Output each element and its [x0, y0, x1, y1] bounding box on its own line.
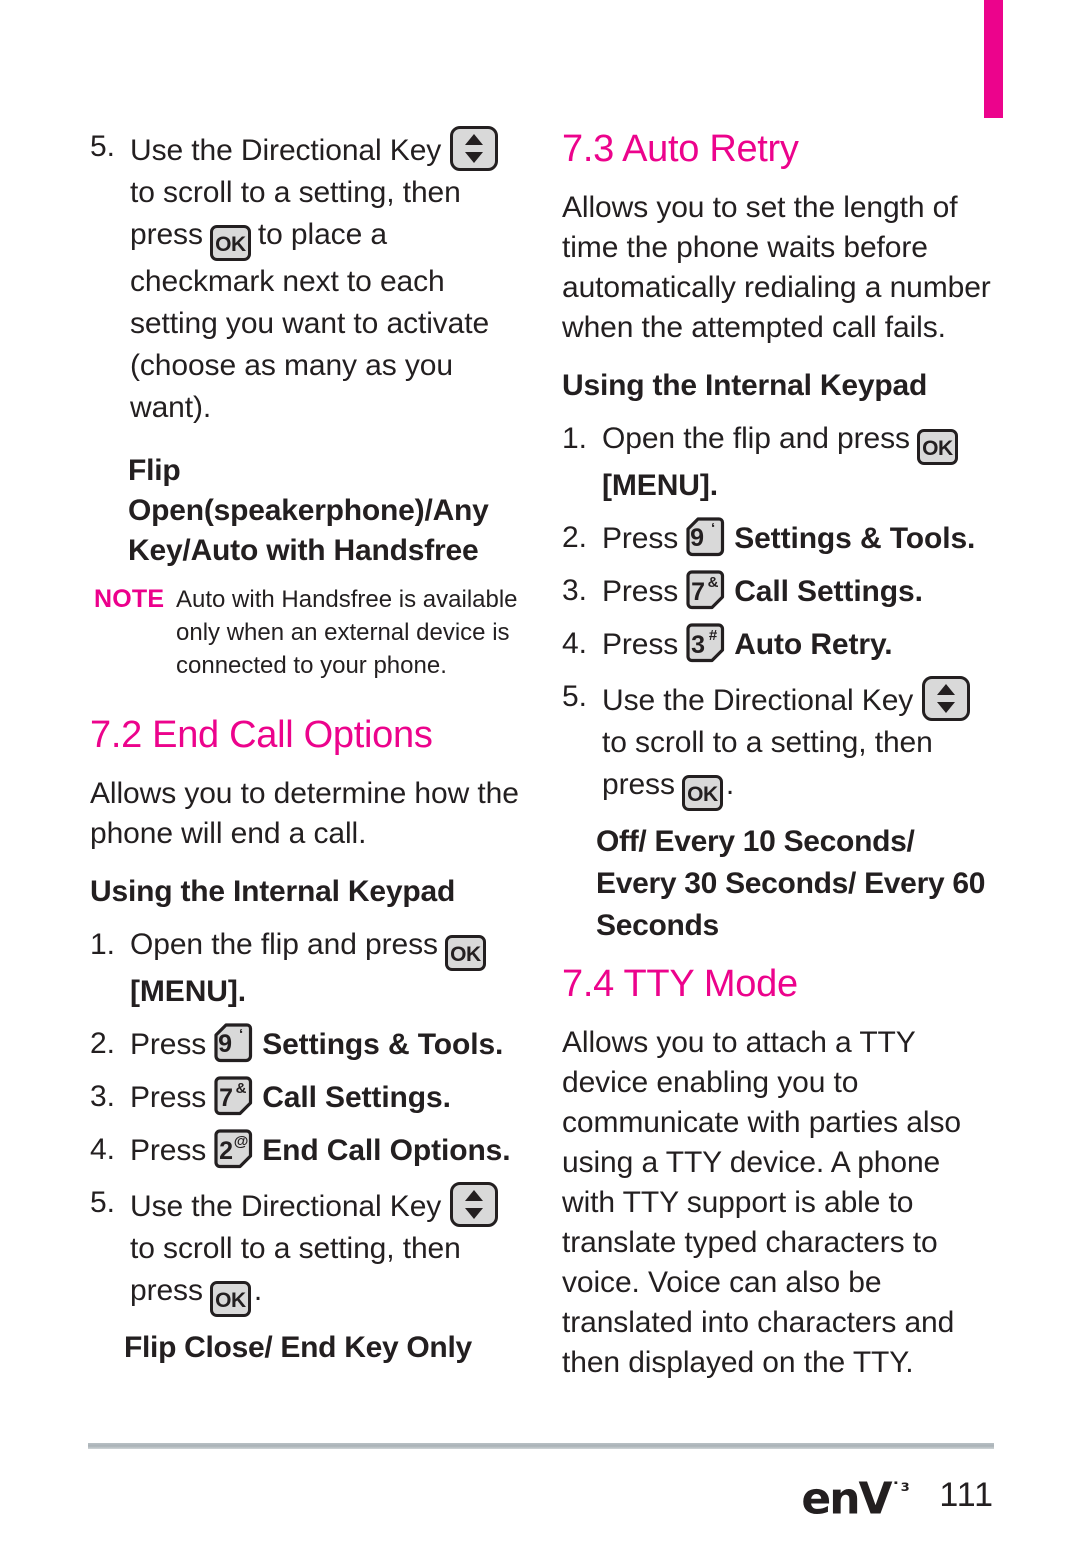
section-heading-7-4: 7.4 TTY Mode	[562, 963, 798, 1005]
list-item: 3. Press 7 & Call Settings.	[90, 1076, 528, 1119]
logo-superscript: ˙³	[890, 1478, 910, 1503]
left-column: 5. Use the Directional Key to scroll to a …	[90, 126, 528, 1383]
svg-text:7: 7	[691, 578, 705, 606]
step-number: 4.	[90, 1133, 115, 1166]
step-number: 2.	[562, 521, 587, 554]
svg-text:#: #	[709, 627, 718, 644]
note-block: NOTE Auto with Handsfree is available onl…	[90, 583, 528, 682]
options-list-7-3: Off/ Every 10 Seconds/ Every 30 Seconds/…	[596, 825, 986, 942]
svg-text:9: 9	[690, 524, 704, 552]
directional-key-icon	[450, 126, 499, 171]
note-text: Auto with Handsfree is available only wh…	[176, 586, 518, 679]
step-text-3: .	[253, 1274, 263, 1307]
keypad-key-3-icon: 3 #	[684, 623, 726, 663]
list-item: 5. Use the Directional Key to scroll to a …	[90, 126, 528, 429]
step-text-2: Auto Retry.	[734, 628, 893, 661]
step-text-2: Settings & Tools.	[734, 522, 976, 555]
step-number: 5.	[90, 1186, 115, 1219]
ok-key-icon: OK	[681, 775, 723, 811]
step-number: 2.	[90, 1027, 115, 1060]
step-number: 1.	[562, 422, 587, 455]
svg-text:3: 3	[691, 631, 705, 659]
list-item: 5. Use the Directional Key to scroll to a …	[562, 676, 1000, 811]
section-heading-7-2: 7.2 End Call Options	[90, 714, 433, 756]
footer-divider	[88, 1443, 994, 1449]
keypad-key-2-icon: 2 @	[212, 1129, 254, 1169]
options-list-7-2: Flip Close/ End Key Only	[124, 1331, 472, 1364]
step-number: 4.	[562, 627, 587, 660]
section-heading-7-3: 7.3 Auto Retry	[562, 128, 799, 170]
step-text: Use the Directional Key	[602, 684, 914, 717]
directional-key-icon	[922, 676, 971, 721]
section-intro-7-4: Allows you to attach a TTY device enabli…	[562, 1026, 961, 1379]
step-text-2: Call Settings.	[262, 1081, 451, 1114]
step-number: 5.	[562, 680, 587, 713]
env3-logo: enV˙³	[801, 1469, 909, 1522]
ok-key-icon: OK	[444, 935, 486, 971]
svg-text:9: 9	[218, 1030, 232, 1058]
section-intro-7-2: Allows you to determine how the phone wi…	[90, 777, 519, 850]
list-item: 4. Press 2 @ End Call Options.	[90, 1129, 528, 1172]
step-number: 1.	[90, 928, 115, 961]
step-text: Press	[130, 1134, 207, 1167]
step-text-3: .	[725, 768, 735, 801]
step-text-2: [MENU].	[602, 469, 718, 502]
svg-text:‘: ‘	[239, 1026, 243, 1043]
step-text: Press	[602, 522, 679, 555]
step-text: Press	[602, 575, 679, 608]
section-intro-7-3: Allows you to set the length of time the…	[562, 191, 991, 344]
step-text: Open the flip and press	[130, 928, 438, 961]
keypad-key-9-icon: 9 ‘	[684, 517, 726, 557]
svg-text:@: @	[234, 1133, 249, 1150]
page-footer: enV˙³ 111	[88, 1460, 994, 1530]
list-item: 2. Press 9 ‘Settings & Tools.	[562, 517, 1000, 560]
step-number: 3.	[90, 1080, 115, 1113]
svg-text:2: 2	[219, 1137, 233, 1165]
ok-key-icon: OK	[916, 429, 958, 465]
step-text: Use the Directional Key	[130, 134, 442, 167]
list-item: 4. Press 3 # Auto Retry.	[562, 623, 1000, 666]
list-item: 1. Open the flip and press OK [MENU].	[562, 418, 1000, 507]
step-text-2: [MENU].	[130, 975, 246, 1008]
svg-text:‘: ‘	[711, 520, 715, 537]
svg-text:&: &	[236, 1080, 247, 1097]
step-number: 3.	[562, 574, 587, 607]
step-text: Press	[602, 628, 679, 661]
note-label: NOTE	[94, 585, 165, 613]
keypad-key-7-icon: 7 &	[212, 1076, 254, 1116]
keypad-key-9-icon: 9 ‘	[212, 1023, 254, 1063]
step-text: Use the Directional Key	[130, 1190, 442, 1223]
step-text: Open the flip and press	[602, 422, 910, 455]
keypad-heading-7-2: Using the Internal Keypad	[90, 875, 456, 908]
ok-key-icon: OK	[209, 225, 251, 261]
logo-text: enV	[801, 1473, 892, 1525]
right-column: 7.3 Auto Retry Allows you to set the len…	[562, 126, 1000, 1397]
step-text-2: End Call Options.	[262, 1134, 511, 1167]
list-item: 2. Press 9 ‘Settings & Tools.	[90, 1023, 528, 1066]
list-item: 3. Press 7 & Call Settings.	[562, 570, 1000, 613]
step-text-2: Settings & Tools.	[262, 1028, 504, 1061]
step-text: Press	[130, 1081, 207, 1114]
keypad-key-7-icon: 7 &	[684, 570, 726, 610]
manual-page: 5. Use the Directional Key to scroll to a …	[0, 0, 1080, 1552]
svg-text:&: &	[708, 574, 719, 591]
chapter-tab-marker	[984, 0, 1003, 118]
step-number: 5.	[90, 130, 115, 163]
subheading-flip-options: Flip Open(speakerphone)/Any Key/Auto wit…	[128, 454, 489, 567]
list-item: 5. Use the Directional Key to scroll to a …	[90, 1182, 528, 1317]
step-text: Press	[130, 1028, 207, 1061]
step-text-2: Call Settings.	[734, 575, 923, 608]
step-text-2: to scroll to a setting, then press	[130, 1232, 461, 1307]
page-number: 111	[939, 1475, 994, 1514]
svg-text:7: 7	[219, 1084, 233, 1112]
list-item: 1. Open the flip and press OK [MENU].	[90, 924, 528, 1013]
ok-key-icon: OK	[209, 1281, 251, 1317]
keypad-heading-7-3: Using the Internal Keypad	[562, 369, 928, 402]
directional-key-icon	[450, 1182, 499, 1227]
step-text-2: to scroll to a setting, then press	[602, 726, 933, 801]
